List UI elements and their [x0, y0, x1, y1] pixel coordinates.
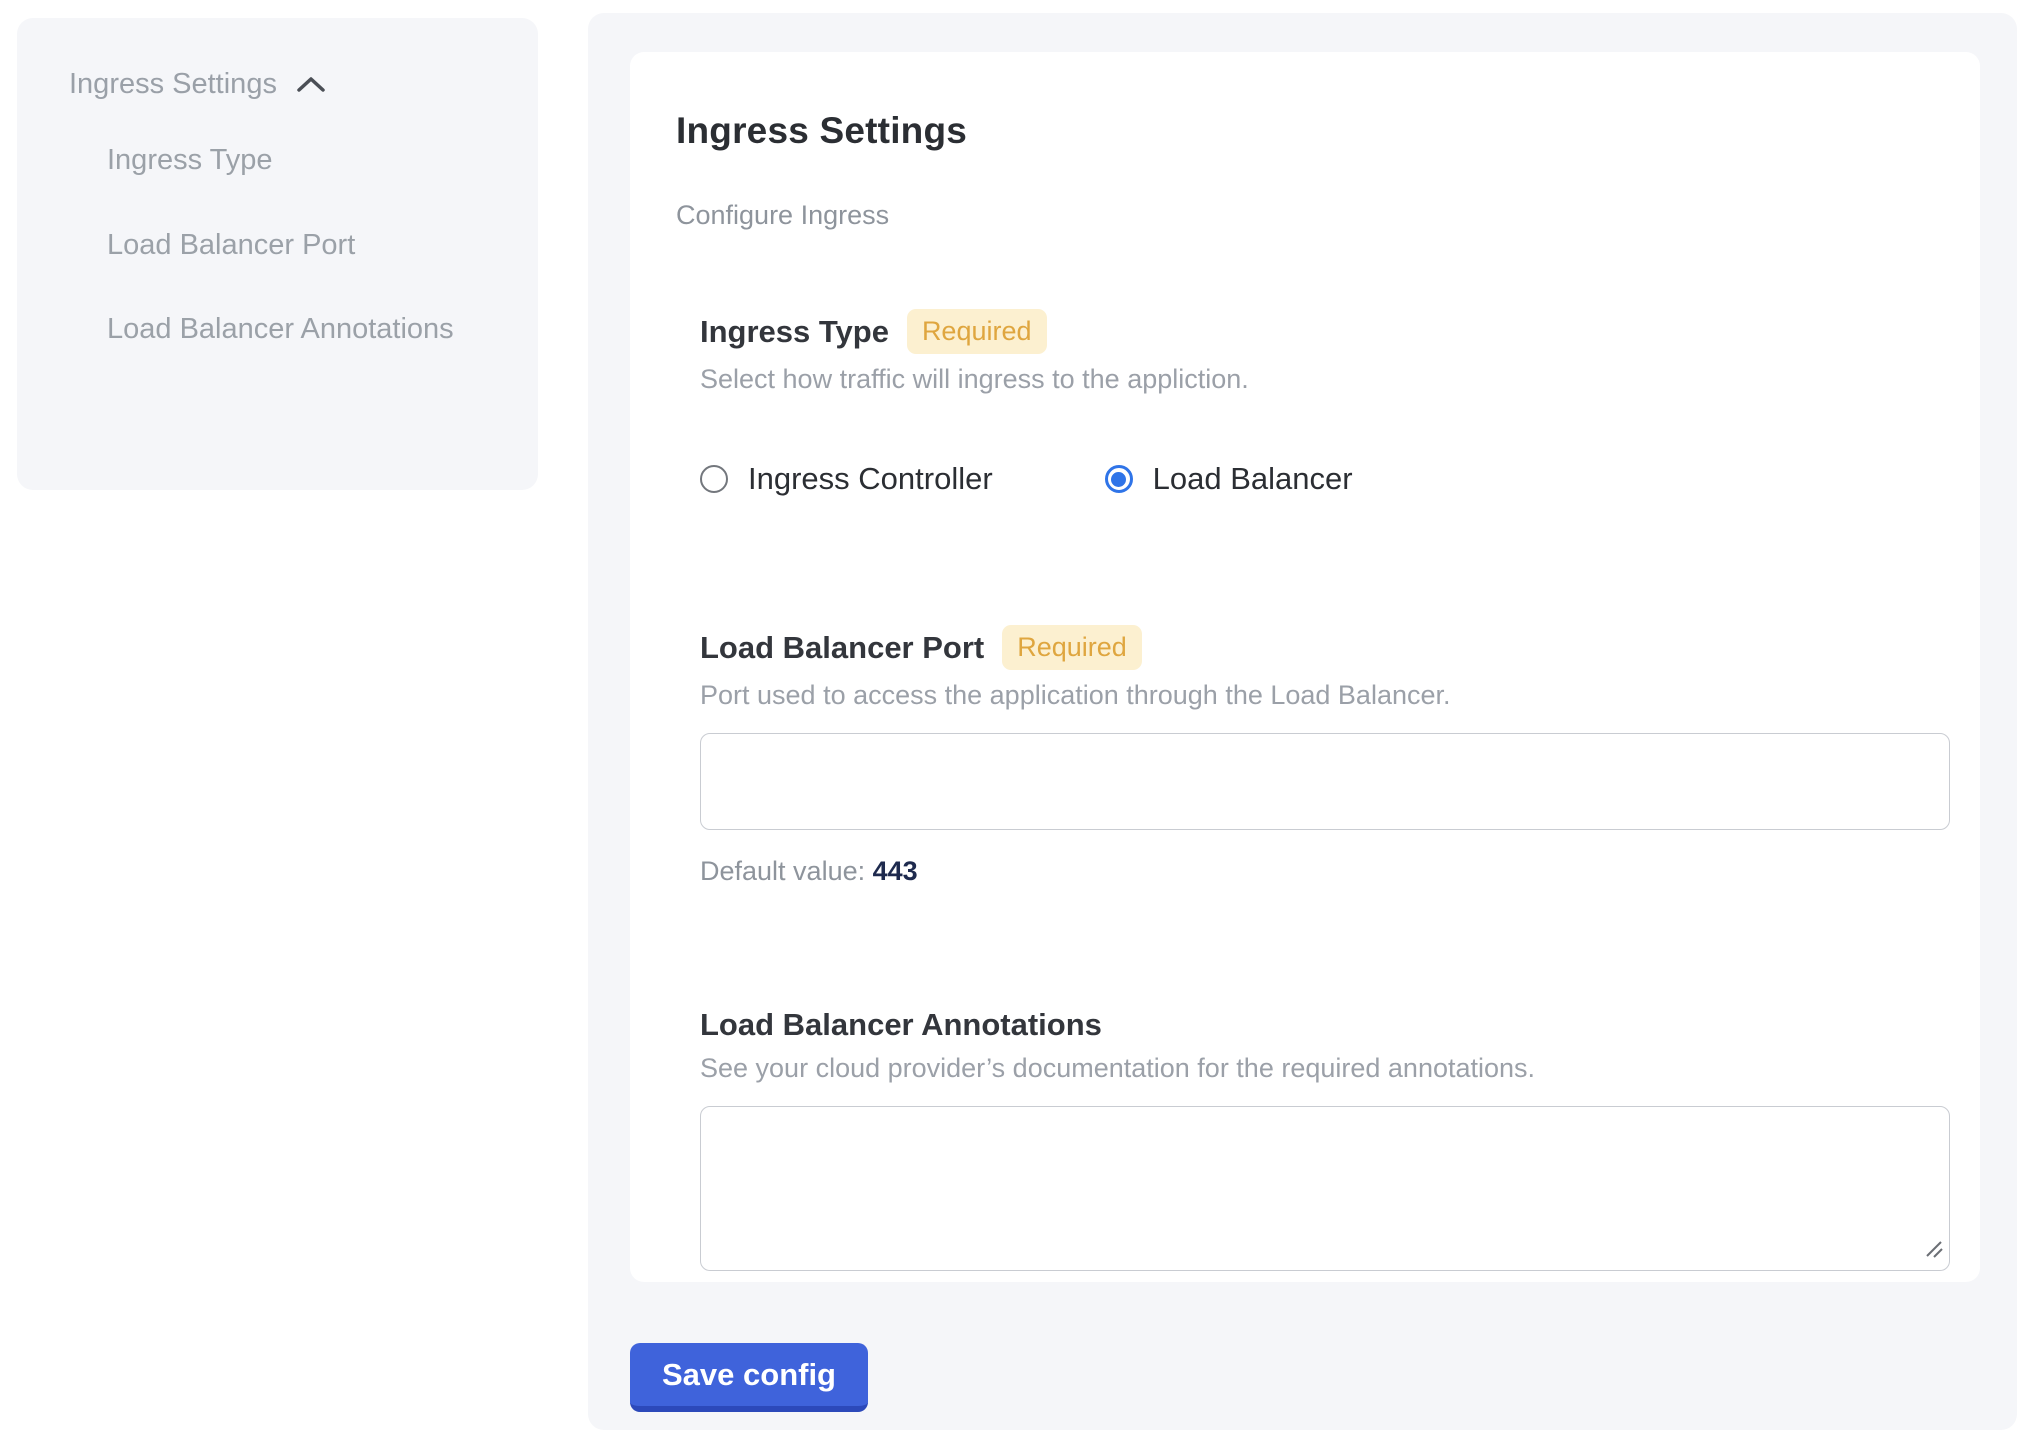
save-config-button[interactable]: Save config: [630, 1343, 868, 1412]
annotations-textarea-wrap: [700, 1106, 1950, 1271]
sidebar-item-load-balancer-port[interactable]: Load Balancer Port: [107, 216, 502, 275]
load-balancer-port-description: Port used to access the application thro…: [700, 680, 1932, 711]
sidebar-group-ingress-settings[interactable]: Ingress Settings: [69, 68, 502, 101]
resize-handle-icon[interactable]: [1923, 1238, 1945, 1265]
default-value: 443: [873, 856, 918, 886]
section-load-balancer-annotations: Load Balancer Annotations See your cloud…: [700, 1007, 1932, 1271]
ingress-type-label: Ingress Type: [700, 314, 889, 350]
settings-sidebar: Ingress Settings Ingress Type Load Balan…: [17, 18, 538, 490]
load-balancer-port-label: Load Balancer Port: [700, 630, 984, 666]
load-balancer-annotations-description: See your cloud provider’s documentation …: [700, 1053, 1932, 1084]
radio-unselected-icon[interactable]: [700, 465, 728, 493]
load-balancer-annotations-textarea[interactable]: [700, 1106, 1950, 1271]
chevron-up-icon: [295, 74, 327, 96]
radio-label: Load Balancer: [1153, 461, 1353, 497]
sidebar-item-load-balancer-annotations[interactable]: Load Balancer Annotations: [107, 300, 502, 359]
radio-label: Ingress Controller: [748, 461, 993, 497]
radio-selected-icon[interactable]: [1105, 465, 1133, 493]
default-value-line: Default value: 443: [700, 856, 1932, 887]
sidebar-item-ingress-type[interactable]: Ingress Type: [107, 131, 502, 190]
page: Ingress Settings Ingress Type Load Balan…: [0, 0, 2036, 1452]
default-value-label: Default value:: [700, 856, 865, 886]
section-load-balancer-port: Load Balancer Port Required Port used to…: [700, 625, 1932, 887]
ingress-type-radio-group: Ingress Controller Load Balancer: [700, 461, 1932, 497]
page-subtitle: Configure Ingress: [676, 200, 1932, 231]
required-badge: Required: [1002, 625, 1142, 670]
required-badge: Required: [907, 309, 1047, 354]
sidebar-group-label: Ingress Settings: [69, 68, 277, 101]
ingress-settings-card: Ingress Settings Configure Ingress Ingre…: [630, 52, 1980, 1282]
radio-option-ingress-controller[interactable]: Ingress Controller: [700, 461, 993, 497]
section-ingress-type: Ingress Type Required Select how traffic…: [700, 309, 1932, 497]
load-balancer-annotations-label: Load Balancer Annotations: [700, 1007, 1102, 1043]
settings-panel: Ingress Settings Configure Ingress Ingre…: [588, 13, 2017, 1430]
load-balancer-port-input[interactable]: [700, 733, 1950, 830]
sidebar-item-list: Ingress Type Load Balancer Port Load Bal…: [69, 131, 502, 359]
ingress-type-description: Select how traffic will ingress to the a…: [700, 364, 1932, 395]
page-title: Ingress Settings: [676, 110, 1932, 152]
radio-option-load-balancer[interactable]: Load Balancer: [1105, 461, 1353, 497]
